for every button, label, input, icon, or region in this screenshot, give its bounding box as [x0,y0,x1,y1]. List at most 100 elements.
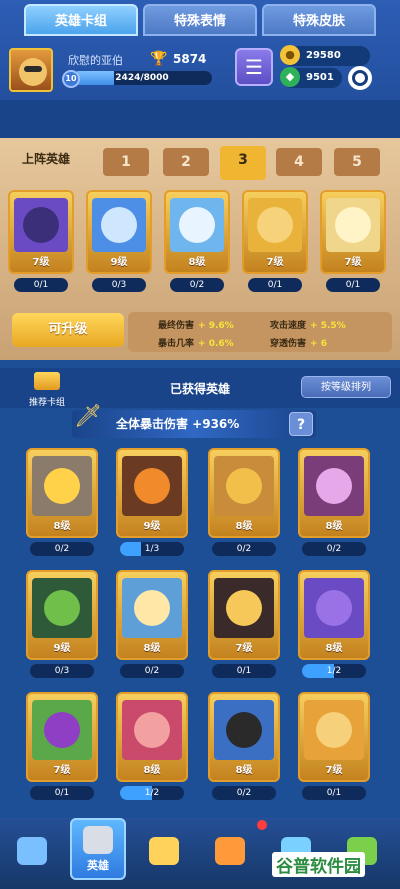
hero-level: 9级 [110,257,128,268]
hero-portrait [214,456,274,516]
lineup-hero-card[interactable]: 8级 [164,190,230,274]
sort-by-level-button[interactable]: 按等级排列 [301,376,391,398]
hero-level: 7级 [266,257,284,268]
owned-hero-card[interactable]: 9级 [116,448,188,538]
player-avatar[interactable] [9,48,53,92]
hero-portrait [326,198,380,252]
hero-card-progress: 1/2 [120,786,184,800]
hero-level: 8级 [143,765,161,776]
hero-level: 8级 [325,643,343,654]
hero-progress-text: 0/2 [189,280,205,290]
hero-card-progress: 0/3 [92,278,146,292]
hero-card-progress: 0/2 [212,786,276,800]
hero-portrait [92,198,146,252]
lineup-hero-card[interactable]: 7级 [242,190,308,274]
hero-portrait [32,456,92,516]
lineup-slot-5[interactable]: 5 [334,148,380,176]
nav-chest[interactable] [4,823,60,879]
hero-level: 8级 [143,643,161,654]
lineup-slot-3[interactable]: 3 [220,146,266,180]
lineup-slot-2[interactable]: 2 [163,148,209,176]
hero-card-progress: 0/1 [302,786,366,800]
hero-card-progress: 0/2 [212,542,276,556]
gold-value: 29580 [306,50,341,61]
hero-card-progress: 1/2 [302,664,366,678]
help-button[interactable]: ? [289,412,313,436]
hero-progress-text: 1/2 [144,788,160,798]
hero-card-progress: 0/2 [30,542,94,556]
nav-knight-helmet[interactable]: 英雄 [70,818,126,880]
knight-helmet-icon [83,825,113,854]
hero-level: 7级 [325,765,343,776]
lineup-hero-card[interactable]: 7级 [8,190,74,274]
owned-hero-card[interactable]: 8级 [208,692,280,782]
gold-counter[interactable]: ● 29580 [280,45,370,66]
hero-portrait [214,578,274,638]
hero-card-progress: 0/2 [170,278,224,292]
stat-pierce-damage: 穿透伤害 + 6 [270,339,327,349]
nav-crossed-swords[interactable] [136,823,192,879]
upgradable-button[interactable]: 可升级 [12,313,124,347]
hero-face [316,712,352,748]
hero-portrait [214,700,274,760]
owned-hero-card[interactable]: 8级 [208,448,280,538]
owned-hero-card[interactable]: 7级 [298,692,370,782]
owned-hero-card[interactable]: 7级 [26,692,98,782]
trophy-count: 5874 [173,52,207,66]
gold-coin-icon: ● [280,45,300,65]
hero-card-progress: 0/1 [212,664,276,678]
menu-button[interactable]: ☰ [235,48,273,86]
player-level-badge: 10 [62,70,80,88]
hero-progress-text: 0/2 [144,666,160,676]
hero-card-progress: 0/1 [14,278,68,292]
owned-hero-card[interactable]: 8级 [298,570,370,660]
owned-hero-card[interactable]: 9级 [26,570,98,660]
chest-icon [17,837,47,865]
hero-progress-text: 0/2 [326,544,342,554]
owned-hero-card[interactable]: 7级 [208,570,280,660]
lineup-slot-4[interactable]: 4 [276,148,322,176]
hero-card-progress: 0/2 [120,664,184,678]
hero-face [23,207,59,243]
hero-progress-text: 0/3 [111,280,127,290]
tab-special-skins[interactable]: 特殊皮肤 [262,4,376,36]
hero-level: 8级 [235,521,253,532]
hero-progress-text: 0/1 [267,280,283,290]
gem-counter[interactable]: ◆ 9501 [280,67,342,88]
hero-face [316,590,352,626]
hero-progress-fill [120,542,142,556]
hero-progress-text: 0/1 [326,788,342,798]
owned-hero-card[interactable]: 8级 [298,448,370,538]
hero-level: 8级 [325,521,343,532]
lineup-title: 上阵英雄 [22,152,71,166]
hero-face [257,207,293,243]
hero-progress-text: 1/3 [144,544,160,554]
tab-special-emotes[interactable]: 特殊表情 [143,4,257,36]
notification-dot [257,820,267,830]
owned-hero-card[interactable]: 8级 [116,570,188,660]
nav-crown-shield[interactable] [202,823,258,879]
hero-portrait [248,198,302,252]
owned-hero-card[interactable]: 8级 [116,692,188,782]
hero-level: 7级 [235,643,253,654]
lineup-hero-card[interactable]: 7级 [320,190,386,274]
hero-progress-text: 0/1 [345,280,361,290]
tab-hero-deck[interactable]: 英雄卡组 [24,4,138,36]
hero-face [101,207,137,243]
lineup-hero-card[interactable]: 9级 [86,190,152,274]
hero-face [226,590,262,626]
recommend-deck-label: 推荐卡组 [28,398,65,408]
hero-portrait [32,700,92,760]
hero-portrait [304,456,364,516]
hero-face [134,468,170,504]
settings-icon[interactable] [348,66,372,90]
lineup-slot-1[interactable]: 1 [103,148,149,176]
hero-progress-text: 0/2 [54,544,70,554]
watermark: 谷普软件园 [272,852,365,877]
hero-face [335,207,371,243]
hero-face [134,590,170,626]
hero-level: 8级 [188,257,206,268]
hero-card-progress: 0/1 [326,278,380,292]
hero-portrait [304,578,364,638]
owned-hero-card[interactable]: 8级 [26,448,98,538]
